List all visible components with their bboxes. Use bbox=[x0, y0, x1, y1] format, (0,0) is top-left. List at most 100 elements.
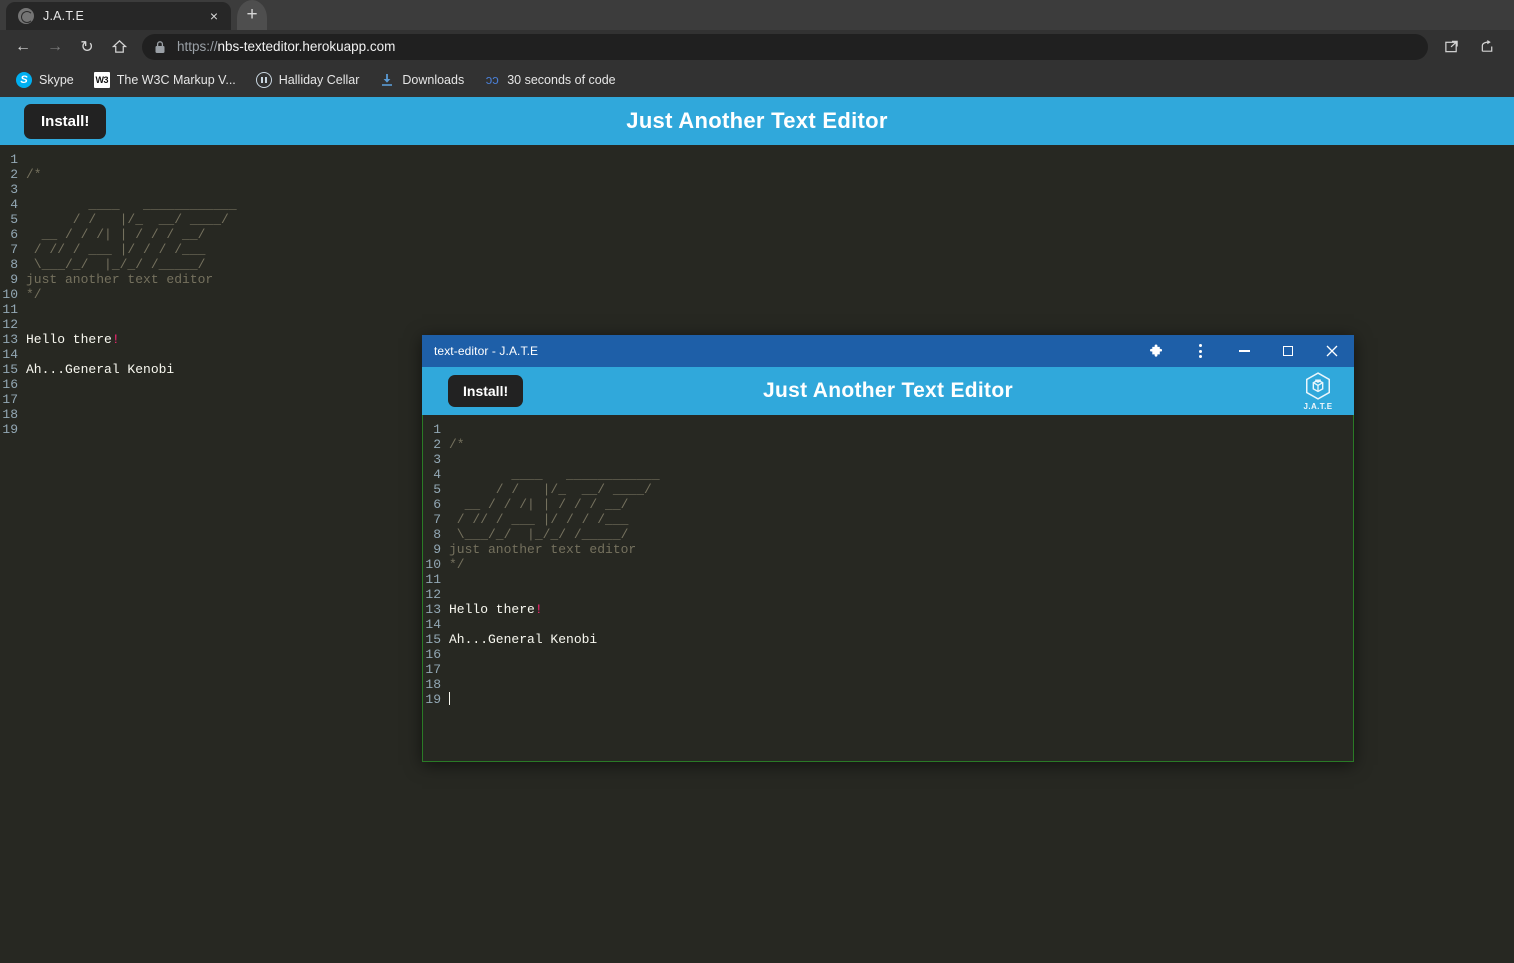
close-button[interactable] bbox=[1310, 335, 1354, 367]
close-icon[interactable]: × bbox=[205, 7, 223, 25]
line-content bbox=[449, 692, 450, 707]
line-number: 11 bbox=[2, 302, 18, 317]
install-button[interactable]: Install! bbox=[448, 375, 524, 407]
tab-strip: J.A.T.E × + bbox=[0, 0, 1514, 30]
code-token: */ bbox=[449, 557, 465, 572]
editor-line: 4 ____ ____________ bbox=[423, 467, 1353, 482]
line-number: 14 bbox=[425, 617, 441, 632]
back-icon[interactable]: ← bbox=[8, 33, 38, 61]
line-content: __ / / /| | / / / __/ bbox=[26, 227, 206, 242]
editor-line: 6 __ / / /| | / / / __/ bbox=[0, 227, 1514, 242]
line-number: 2 bbox=[10, 167, 18, 182]
editor-line: 17 bbox=[423, 662, 1353, 677]
thirty-seconds-icon: ɔɔ bbox=[485, 72, 499, 87]
code-token: Hello there bbox=[26, 332, 112, 347]
tab-title: J.A.T.E bbox=[43, 9, 84, 23]
pwa-titlebar[interactable]: text-editor - J.A.T.E bbox=[422, 335, 1354, 367]
install-button[interactable]: Install! bbox=[24, 103, 107, 139]
editor-line: 3 bbox=[423, 452, 1353, 467]
code-token: Hello there bbox=[449, 602, 535, 617]
line-content: /* bbox=[26, 167, 42, 182]
line-number: 7 bbox=[10, 242, 18, 257]
code-token: ! bbox=[111, 332, 120, 347]
editor-line: 2 /* bbox=[423, 437, 1353, 452]
bookmark-label: Downloads bbox=[402, 73, 465, 87]
line-number: 12 bbox=[425, 587, 441, 602]
line-number: 14 bbox=[2, 347, 18, 362]
editor-line: 11 bbox=[423, 572, 1353, 587]
bookmark-30-seconds-of-code[interactable]: ɔɔ 30 seconds of code bbox=[476, 69, 623, 91]
app-header: Install! Just Another Text Editor bbox=[0, 97, 1514, 145]
line-number: 13 bbox=[425, 602, 441, 617]
code-token: ____ ____________ bbox=[26, 197, 237, 212]
code-token: / // / ___ |/ / / /___ bbox=[26, 242, 206, 257]
minimise-button[interactable] bbox=[1222, 335, 1266, 367]
line-number: 17 bbox=[425, 662, 441, 677]
bookmark-downloads[interactable]: Downloads bbox=[371, 69, 472, 91]
line-content: __ / / /| | / / / __/ bbox=[449, 497, 629, 512]
forward-icon[interactable]: → bbox=[40, 33, 70, 61]
bookmark-skype[interactable]: S Skype bbox=[8, 69, 82, 91]
share-icon[interactable] bbox=[1472, 33, 1502, 61]
editor-line: 1 bbox=[0, 152, 1514, 167]
line-number: 3 bbox=[433, 452, 441, 467]
line-number: 6 bbox=[10, 227, 18, 242]
code-token: /* bbox=[449, 437, 465, 452]
editor-line: 8 \___/_/ |_/_/ /_____/ bbox=[0, 257, 1514, 272]
line-number: 19 bbox=[2, 422, 18, 437]
line-content: Hello there! bbox=[449, 602, 543, 617]
globe-icon bbox=[18, 8, 34, 24]
pause-circle-icon bbox=[255, 72, 272, 88]
navigation-toolbar: ← → ↻ https://nbs-texteditor.herokuapp.c… bbox=[0, 30, 1514, 63]
code-token: */ bbox=[26, 287, 42, 302]
bookmark-label: The W3C Markup V... bbox=[116, 73, 236, 87]
pwa-page-title: Just Another Text Editor bbox=[763, 379, 1013, 402]
text-cursor bbox=[449, 692, 450, 705]
editor-line: 9 just another text editor bbox=[423, 542, 1353, 557]
pwa-code-editor[interactable]: 1 2/* 3 4 ____ ____________ 5 / / |/_ __/ __… bbox=[422, 415, 1354, 762]
more-menu-icon[interactable] bbox=[1178, 335, 1222, 367]
home-icon[interactable] bbox=[104, 33, 134, 61]
line-number: 11 bbox=[425, 572, 441, 587]
editor-line: 4 ____ ____________ bbox=[0, 197, 1514, 212]
editor-line: 12 bbox=[423, 587, 1353, 602]
line-content: */ bbox=[449, 557, 465, 572]
line-number: 1 bbox=[433, 422, 441, 437]
open-in-window-icon[interactable] bbox=[1436, 33, 1466, 61]
reload-icon[interactable]: ↻ bbox=[72, 33, 102, 61]
line-number: 17 bbox=[2, 392, 18, 407]
line-number: 13 bbox=[2, 332, 18, 347]
url-host: nbs-texteditor.herokuapp.com bbox=[217, 39, 396, 54]
editor-line: 8 \___/_/ |_/_/ /_____/ bbox=[423, 527, 1353, 542]
code-token: / / |/_ __/ ____/ bbox=[449, 482, 652, 497]
code-token: / / |/_ __/ ____/ bbox=[26, 212, 229, 227]
editor-line: 10 */ bbox=[423, 557, 1353, 572]
bookmark-halliday-cellar[interactable]: Halliday Cellar bbox=[248, 69, 368, 91]
new-tab-button[interactable]: + bbox=[237, 0, 267, 30]
line-number: 8 bbox=[433, 527, 441, 542]
download-icon bbox=[379, 72, 395, 88]
editor-line: 7 / // / ___ |/ / / /___ bbox=[0, 242, 1514, 257]
line-number: 3 bbox=[10, 182, 18, 197]
editor-line: 2 /* bbox=[0, 167, 1514, 182]
bookmark-label: Skype bbox=[39, 73, 74, 87]
maximise-button[interactable] bbox=[1266, 335, 1310, 367]
editor-line: 14 bbox=[423, 617, 1353, 632]
line-content: just another text editor bbox=[449, 542, 636, 557]
line-content: / / |/_ __/ ____/ bbox=[449, 482, 652, 497]
code-token: just another text editor bbox=[449, 542, 637, 557]
line-number: 4 bbox=[433, 467, 441, 482]
line-number: 5 bbox=[10, 212, 18, 227]
code-token: Ah...General Kenobi bbox=[449, 632, 598, 647]
browser-tab-jate[interactable]: J.A.T.E × bbox=[6, 2, 231, 30]
url-text: https://nbs-texteditor.herokuapp.com bbox=[177, 39, 395, 54]
line-content: just another text editor bbox=[26, 272, 213, 287]
bookmark-w3c-markup-validator[interactable]: W3 The W3C Markup V... bbox=[86, 69, 244, 91]
bookmark-label: Halliday Cellar bbox=[278, 73, 360, 87]
code-token: __ / / /| | / / / __/ bbox=[26, 227, 206, 242]
address-bar[interactable]: https://nbs-texteditor.herokuapp.com bbox=[142, 33, 1428, 60]
extensions-puzzle-icon[interactable] bbox=[1134, 335, 1178, 367]
line-content: Ah...General Kenobi bbox=[26, 362, 174, 377]
editor-line: 1 bbox=[423, 422, 1353, 437]
skype-icon: S bbox=[16, 72, 32, 88]
